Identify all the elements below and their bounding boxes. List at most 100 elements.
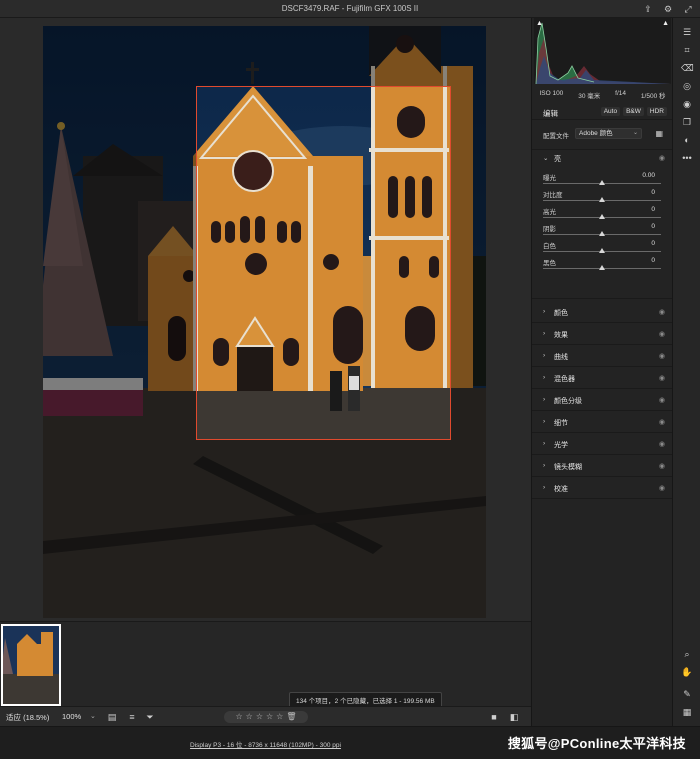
eye-icon[interactable]: ◉ bbox=[659, 308, 665, 316]
crop-icon[interactable]: ⌗ bbox=[681, 44, 693, 56]
slider-row[interactable]: 阴影 0 bbox=[532, 223, 673, 240]
zoom-icon[interactable]: ⌕ bbox=[681, 648, 693, 660]
presets-icon[interactable]: ❐ bbox=[681, 116, 693, 128]
panel-section[interactable]: › 校准 ◉ bbox=[532, 477, 673, 499]
canvas-area[interactable] bbox=[0, 18, 531, 621]
eye-icon[interactable]: ◉ bbox=[659, 330, 665, 338]
slider-row[interactable]: 曝光 0.00 bbox=[532, 172, 673, 189]
panel-section[interactable]: › 细节 ◉ bbox=[532, 411, 673, 433]
compare-view-icon[interactable]: ◧ bbox=[508, 711, 520, 723]
zoom-fit-button[interactable]: 适应 (18.5%) bbox=[6, 712, 49, 723]
expand-icon[interactable]: ⤢ bbox=[682, 3, 694, 15]
panel-section[interactable]: › 混色器 ◉ bbox=[532, 367, 673, 389]
versions-icon[interactable]: ◐ bbox=[681, 134, 693, 146]
section-title: 曲线 bbox=[554, 354, 568, 361]
chevron-right-icon: › bbox=[543, 396, 546, 403]
star-icon[interactable]: ☆ bbox=[246, 711, 253, 723]
slider-value-input[interactable]: 0 bbox=[625, 223, 657, 231]
panel-section[interactable]: › 颜色分级 ◉ bbox=[532, 389, 673, 411]
slider-row[interactable]: 对比度 0 bbox=[532, 189, 673, 206]
photo-preview[interactable] bbox=[43, 26, 486, 618]
slider-thumb[interactable] bbox=[599, 231, 605, 236]
grid-overlay-icon[interactable]: ▦ bbox=[681, 706, 693, 718]
slider-thumb[interactable] bbox=[599, 248, 605, 253]
profile-browser-icon[interactable]: ▦ bbox=[655, 129, 663, 138]
aperture-value: f/14 bbox=[615, 90, 627, 97]
panel-section[interactable]: › 光学 ◉ bbox=[532, 433, 673, 455]
eye-icon[interactable]: ◉ bbox=[659, 352, 665, 360]
highlight-clip-icon[interactable]: ▲ bbox=[662, 20, 669, 27]
eye-icon[interactable]: ◉ bbox=[659, 374, 665, 382]
slider-value-input[interactable]: 0 bbox=[625, 257, 657, 265]
slider-thumb[interactable] bbox=[599, 265, 605, 270]
light-section: ⌄ 亮 ◉ 曝光 0.00 对比度 0 高光 0 阴影 0 白色 0 黑色 0 bbox=[532, 149, 673, 299]
eye-icon[interactable]: ◉ bbox=[659, 396, 665, 404]
trash-icon[interactable]: 🗑 bbox=[286, 711, 296, 723]
chevron-right-icon: › bbox=[543, 352, 546, 359]
histogram: ▲ ▲ bbox=[534, 18, 671, 85]
slider-label: 高光 bbox=[543, 209, 556, 216]
slider-value-input[interactable]: 0.00 bbox=[625, 172, 657, 180]
star-icon[interactable]: ☆ bbox=[256, 711, 263, 723]
auto-button[interactable]: Auto bbox=[600, 107, 621, 116]
light-section-title: 亮 bbox=[554, 156, 561, 163]
watermark-text: 搜狐号@PConline太平洋科技 bbox=[507, 736, 686, 751]
slider-row[interactable]: 高光 0 bbox=[532, 206, 673, 223]
slider-label: 白色 bbox=[543, 243, 556, 250]
zoom-dropdown-chevron-icon[interactable]: ⌄ bbox=[90, 712, 96, 720]
masking-icon[interactable]: ◎ bbox=[681, 80, 693, 92]
bw-button[interactable]: B&W bbox=[623, 107, 644, 116]
star-rating[interactable]: ☆ ☆ ☆ ☆ ☆ 🗑 bbox=[224, 711, 308, 723]
sampler-icon[interactable]: ✎ bbox=[681, 688, 693, 700]
panel-section[interactable]: › 效果 ◉ bbox=[532, 323, 673, 345]
panel-section[interactable]: › 曲线 ◉ bbox=[532, 345, 673, 367]
filmstrip-thumbnail[interactable] bbox=[1, 624, 61, 706]
chevron-right-icon: › bbox=[543, 484, 546, 491]
histogram-graph bbox=[535, 22, 671, 85]
star-icon[interactable]: ☆ bbox=[235, 711, 242, 723]
panel-section[interactable]: › 镜头模糊 ◉ bbox=[532, 455, 673, 477]
light-section-header[interactable]: ⌄ 亮 ◉ bbox=[532, 150, 673, 166]
eye-icon[interactable]: ◉ bbox=[659, 484, 665, 492]
focal-length: 30 毫米 bbox=[578, 93, 601, 100]
slider-thumb[interactable] bbox=[599, 214, 605, 219]
gear-icon[interactable]: ⚙ bbox=[662, 3, 674, 15]
more-icon[interactable]: ••• bbox=[681, 152, 693, 164]
image-info-link[interactable]: Display P3 - 16 位 - 8736 x 11648 (102MP)… bbox=[0, 739, 531, 749]
edit-panel: ▲ ▲ ISO 100 30 毫米 f/14 1/500 秒 编辑 Auto B… bbox=[531, 18, 673, 726]
star-icon[interactable]: ☆ bbox=[266, 711, 273, 723]
eye-icon[interactable]: ◉ bbox=[659, 440, 665, 448]
shadow-clip-icon[interactable]: ▲ bbox=[536, 20, 543, 27]
camera-info: ISO 100 30 毫米 f/14 1/500 秒 bbox=[532, 90, 673, 100]
hand-icon[interactable]: ✋ bbox=[681, 666, 693, 678]
slider-thumb[interactable] bbox=[599, 180, 605, 185]
iso-value: ISO 100 bbox=[539, 90, 564, 97]
eye-icon[interactable]: ◉ bbox=[659, 418, 665, 426]
redeye-icon[interactable]: ◉ bbox=[681, 98, 693, 110]
single-view-icon[interactable]: ■ bbox=[488, 711, 500, 723]
edit-sliders-icon[interactable]: ☰ bbox=[681, 26, 693, 38]
zoom-percent-button[interactable]: 100% bbox=[62, 712, 81, 721]
section-title: 混色器 bbox=[554, 376, 575, 383]
slider-row[interactable]: 黑色 0 bbox=[532, 257, 673, 274]
export-icon[interactable]: ⇪ bbox=[642, 3, 654, 15]
filter-icon[interactable]: ⏷ bbox=[144, 711, 156, 723]
slider-row[interactable]: 白色 0 bbox=[532, 240, 673, 257]
profile-select[interactable]: Adobe 颜色 ⌄ bbox=[575, 128, 642, 139]
slider-label: 曝光 bbox=[543, 175, 556, 182]
panel-section[interactable]: › 颜色 ◉ bbox=[532, 301, 673, 323]
eye-icon[interactable]: ◉ bbox=[659, 154, 665, 162]
eye-icon[interactable]: ◉ bbox=[659, 462, 665, 470]
crop-box[interactable] bbox=[196, 86, 451, 440]
filmstrip-view-icon[interactable]: ▤ bbox=[106, 711, 118, 723]
hdr-button[interactable]: HDR bbox=[646, 107, 667, 116]
slider-value-input[interactable]: 0 bbox=[625, 206, 657, 214]
slider-value-input[interactable]: 0 bbox=[625, 240, 657, 248]
title-bar: DSCF3479.RAF - Fujifilm GFX 100S II ⇪ ⚙ … bbox=[0, 0, 700, 18]
slider-value-input[interactable]: 0 bbox=[625, 189, 657, 197]
star-icon[interactable]: ☆ bbox=[276, 711, 283, 723]
section-title: 校准 bbox=[554, 486, 568, 493]
slider-thumb[interactable] bbox=[599, 197, 605, 202]
sort-icon[interactable]: ≡ bbox=[126, 711, 138, 723]
eraser-icon[interactable]: ⌫ bbox=[681, 62, 694, 74]
